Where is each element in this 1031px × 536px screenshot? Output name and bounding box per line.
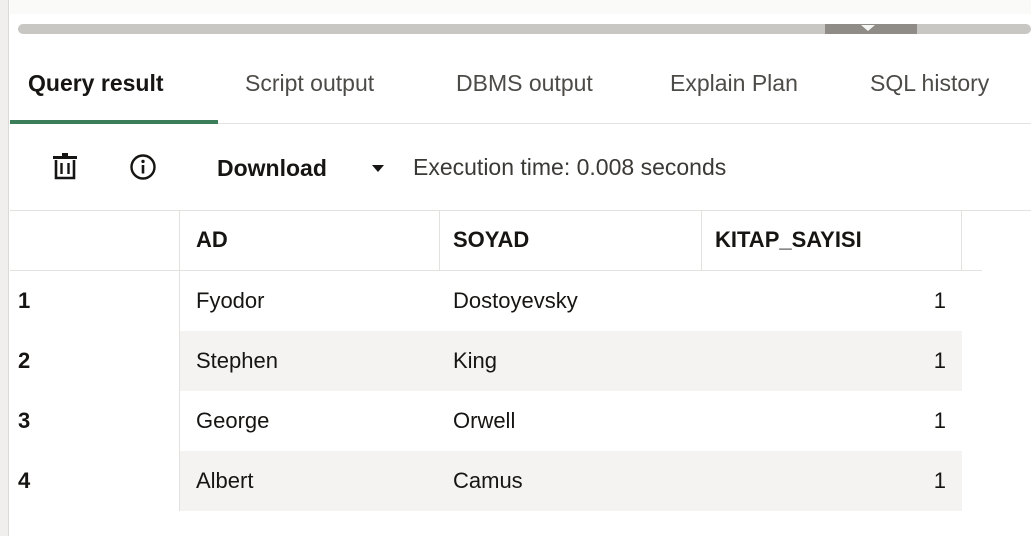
- tab-query-result[interactable]: Query result: [28, 70, 164, 124]
- cell-kitap-sayisi[interactable]: 1: [702, 391, 962, 451]
- column-header-soyad[interactable]: SOYAD: [440, 211, 702, 271]
- tab-dbms-output[interactable]: DBMS output: [456, 70, 593, 124]
- trash-icon[interactable]: [50, 152, 80, 182]
- tab-script-output[interactable]: Script output: [245, 70, 374, 124]
- cell-kitap-sayisi[interactable]: 1: [702, 331, 962, 391]
- cell-soyad[interactable]: Orwell: [440, 391, 702, 451]
- download-button[interactable]: Download: [217, 155, 327, 182]
- grid-header-row: AD SOYAD KITAP_SAYISI: [10, 211, 982, 271]
- editor-bottom-strip: [10, 0, 1031, 14]
- active-tab-indicator: [10, 120, 218, 124]
- cell-soyad[interactable]: Dostoyevsky: [440, 271, 702, 331]
- column-header-kitap-sayisi[interactable]: KITAP_SAYISI: [702, 211, 962, 271]
- cell-kitap-sayisi[interactable]: 1: [702, 451, 962, 511]
- table-row[interactable]: 3 George Orwell 1: [10, 391, 982, 451]
- info-icon[interactable]: [128, 152, 158, 182]
- cell-ad[interactable]: Fyodor: [180, 271, 440, 331]
- left-panel-edge: [0, 0, 9, 536]
- row-number: 2: [10, 331, 180, 391]
- collapse-arrow-icon[interactable]: [861, 25, 875, 31]
- cell-kitap-sayisi[interactable]: 1: [702, 271, 962, 331]
- row-number: 4: [10, 451, 180, 511]
- cell-ad[interactable]: Stephen: [180, 331, 440, 391]
- row-number-header: [10, 211, 180, 271]
- execution-time: Execution time: 0.008 seconds: [413, 154, 727, 180]
- table-row[interactable]: 2 Stephen King 1: [10, 331, 982, 391]
- chevron-down-icon[interactable]: [372, 165, 384, 172]
- cell-ad[interactable]: George: [180, 391, 440, 451]
- cell-ad[interactable]: Albert: [180, 451, 440, 511]
- result-grid: AD SOYAD KITAP_SAYISI 1 Fyodor Dostoyevs…: [10, 211, 982, 511]
- cell-soyad[interactable]: Camus: [440, 451, 702, 511]
- column-header-ad[interactable]: AD: [180, 211, 440, 271]
- row-number: 1: [10, 271, 180, 331]
- result-toolbar: Download Execution time: 0.008 seconds: [10, 125, 1031, 211]
- panel-splitter[interactable]: [10, 14, 1031, 46]
- output-tabs: Query result Script output DBMS output E…: [10, 46, 1031, 124]
- table-row[interactable]: 1 Fyodor Dostoyevsky 1: [10, 271, 982, 331]
- table-row[interactable]: 4 Albert Camus 1: [10, 451, 982, 511]
- cell-soyad[interactable]: King: [440, 331, 702, 391]
- tab-sql-history[interactable]: SQL history: [870, 70, 989, 124]
- tab-explain-plan[interactable]: Explain Plan: [670, 70, 798, 124]
- row-number: 3: [10, 391, 180, 451]
